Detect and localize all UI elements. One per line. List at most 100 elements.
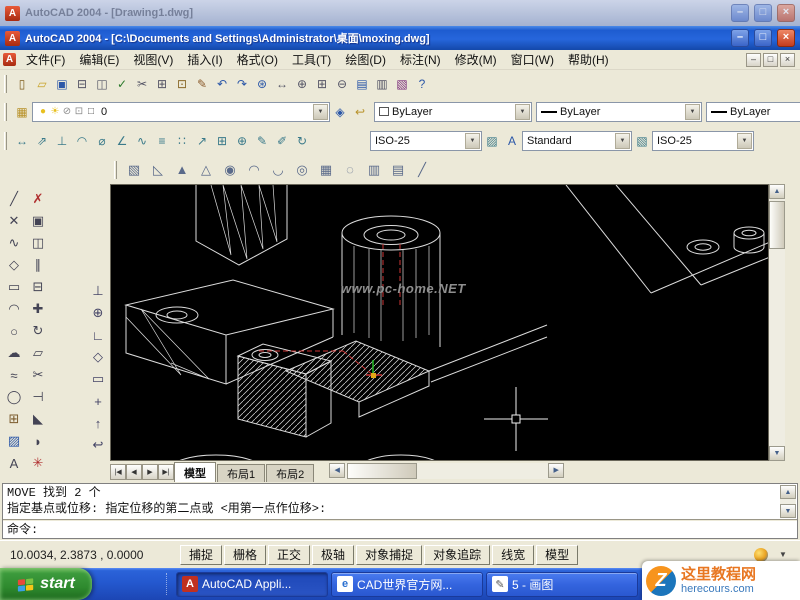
- dome3d-icon[interactable]: ◠: [242, 159, 266, 181]
- revolved-surface-icon[interactable]: ◌: [338, 159, 362, 181]
- taskbar-divider[interactable]: [166, 573, 170, 595]
- linear-dimension-icon[interactable]: ↔: [12, 131, 32, 151]
- array-icon[interactable]: ⊟: [27, 276, 49, 298]
- status-menu-arrow-icon[interactable]: ▼: [774, 550, 792, 559]
- tab-nav-button[interactable]: ◀: [126, 464, 142, 480]
- spline-icon[interactable]: ≈: [3, 364, 25, 386]
- mdi-minimize-button[interactable]: –: [746, 52, 761, 67]
- dimension-edit-icon[interactable]: ✎: [252, 131, 272, 151]
- move-icon[interactable]: ✚: [27, 298, 49, 320]
- menu-draw[interactable]: 绘图(D): [338, 49, 393, 70]
- maximize-button[interactable]: □: [754, 29, 772, 47]
- toolbar-grip[interactable]: [4, 75, 7, 93]
- tab-model[interactable]: 模型: [174, 462, 216, 482]
- previous-ucs-icon[interactable]: ↩: [87, 434, 109, 456]
- plot-preview-icon[interactable]: ◫: [92, 74, 112, 94]
- command-scrollbar[interactable]: ▲ ▼: [780, 485, 796, 518]
- taskbar-item-autocad[interactable]: A AutoCAD Appli...: [176, 571, 328, 597]
- dish3d-icon[interactable]: ◡: [266, 159, 290, 181]
- trim-icon[interactable]: ✂: [27, 364, 49, 386]
- scroll-up-button[interactable]: ▲: [769, 184, 785, 199]
- copy-object-icon[interactable]: ▣: [27, 210, 49, 232]
- properties-icon[interactable]: ▤: [352, 74, 372, 94]
- scroll-down-button[interactable]: ▼: [780, 504, 796, 518]
- chamfer-icon[interactable]: ◣: [27, 408, 49, 430]
- background-minimize-button[interactable]: –: [731, 4, 749, 22]
- zoom-realtime-icon[interactable]: ⊕: [292, 74, 312, 94]
- continue-dimension-icon[interactable]: ∷: [172, 131, 192, 151]
- scrollbar-thumb[interactable]: [347, 462, 418, 479]
- menu-modify[interactable]: 修改(M): [448, 49, 504, 70]
- designcenter-icon[interactable]: ▥: [372, 74, 392, 94]
- tab-nav-button[interactable]: ▶|: [158, 464, 174, 480]
- tab-nav-button[interactable]: |◀: [110, 464, 126, 480]
- ucs-icon[interactable]: ⊥: [87, 280, 109, 302]
- menu-view[interactable]: 视图(V): [126, 49, 180, 70]
- circle-icon[interactable]: ○: [3, 320, 25, 342]
- polygon-icon[interactable]: ◇: [3, 254, 25, 276]
- osnap-toggle[interactable]: 对象捕捉: [356, 544, 423, 565]
- hatch-icon[interactable]: ▨: [3, 430, 25, 452]
- center-mark-icon[interactable]: ⊕: [232, 131, 252, 151]
- mirror-icon[interactable]: ◫: [27, 232, 49, 254]
- menu-format[interactable]: 格式(O): [230, 49, 285, 70]
- tab-layout2[interactable]: 布局2: [266, 464, 315, 482]
- radius-dimension-icon[interactable]: ◠: [72, 131, 92, 151]
- dropdown-arrow-icon[interactable]: ▼: [515, 103, 530, 120]
- paste-icon[interactable]: ⊡: [172, 74, 192, 94]
- arc-icon[interactable]: ◠: [3, 298, 25, 320]
- mdi-restore-button[interactable]: □: [763, 52, 778, 67]
- otrack-toggle[interactable]: 对象追踪: [424, 544, 491, 565]
- help-icon[interactable]: ?: [412, 74, 432, 94]
- baseline-dimension-icon[interactable]: ≡: [152, 131, 172, 151]
- cut-icon[interactable]: ✂: [132, 74, 152, 94]
- redo-icon[interactable]: ↷: [232, 74, 252, 94]
- view-ucs-icon[interactable]: ▭: [87, 368, 109, 390]
- dimension-text-edit-icon[interactable]: ✐: [272, 131, 292, 151]
- toolbar-grip[interactable]: [4, 102, 7, 121]
- menu-window[interactable]: 窗口(W): [504, 49, 561, 70]
- face-ucs-icon[interactable]: ◇: [87, 346, 109, 368]
- menu-file[interactable]: 文件(F): [19, 49, 72, 70]
- diameter-dimension-icon[interactable]: ⌀: [92, 131, 112, 151]
- insert-hyperlink-icon[interactable]: ⊛: [252, 74, 272, 94]
- tab-nav-button[interactable]: ▶: [142, 464, 158, 480]
- plot-icon[interactable]: ⊟: [72, 74, 92, 94]
- drawing-viewport[interactable]: www.pc-home.NET: [110, 184, 769, 461]
- quick-leader-icon[interactable]: ↗: [192, 131, 212, 151]
- edge-surface-icon[interactable]: ╱: [410, 159, 434, 181]
- linetype-dropdown[interactable]: ByLayer ▼: [536, 101, 702, 122]
- close-button[interactable]: ×: [777, 29, 795, 47]
- toolbar-grip[interactable]: [4, 131, 7, 150]
- menu-edit[interactable]: 编辑(E): [72, 49, 126, 70]
- polar-toggle[interactable]: 极轴: [312, 544, 355, 565]
- scrollbar-track[interactable]: [769, 199, 785, 446]
- offset-icon[interactable]: ∥: [27, 254, 49, 276]
- styles-icon[interactable]: ▧: [632, 131, 652, 151]
- save-icon[interactable]: ▣: [52, 74, 72, 94]
- background-maximize-button[interactable]: □: [754, 4, 772, 22]
- dim-style-dropdown-2[interactable]: ISO-25 ▼: [652, 130, 754, 151]
- wedge3d-icon[interactable]: ◺: [146, 159, 170, 181]
- drawing-file-icon[interactable]: A: [3, 53, 16, 66]
- communication-center-icon[interactable]: [754, 547, 768, 562]
- layer-previous-icon[interactable]: ↩: [350, 102, 370, 122]
- tool-palettes-icon[interactable]: ▧: [392, 74, 412, 94]
- explode-icon[interactable]: ✳: [27, 452, 49, 474]
- rotate-icon[interactable]: ↻: [27, 320, 49, 342]
- scroll-up-button[interactable]: ▲: [780, 485, 796, 499]
- grid-toggle[interactable]: 栅格: [224, 544, 267, 565]
- scale-icon[interactable]: ▱: [27, 342, 49, 364]
- mdi-close-button[interactable]: ×: [780, 52, 795, 67]
- z-axis-ucs-icon[interactable]: ↑: [87, 412, 109, 434]
- make-object-layer-current-icon[interactable]: ◈: [330, 102, 350, 122]
- start-button[interactable]: start: [0, 568, 92, 600]
- scrollbar-track[interactable]: [345, 462, 548, 479]
- model-toggle[interactable]: 模型: [536, 544, 579, 565]
- color-dropdown[interactable]: ByLayer ▼: [374, 101, 532, 122]
- aligned-dimension-icon[interactable]: ⇗: [32, 131, 52, 151]
- window-titlebar[interactable]: A AutoCAD 2004 - [C:\Documents and Setti…: [0, 26, 800, 50]
- command-input-line[interactable]: 命令:: [4, 522, 796, 537]
- lineweight-toggle[interactable]: 线宽: [492, 544, 535, 565]
- dimension-update-icon[interactable]: ↻: [292, 131, 312, 151]
